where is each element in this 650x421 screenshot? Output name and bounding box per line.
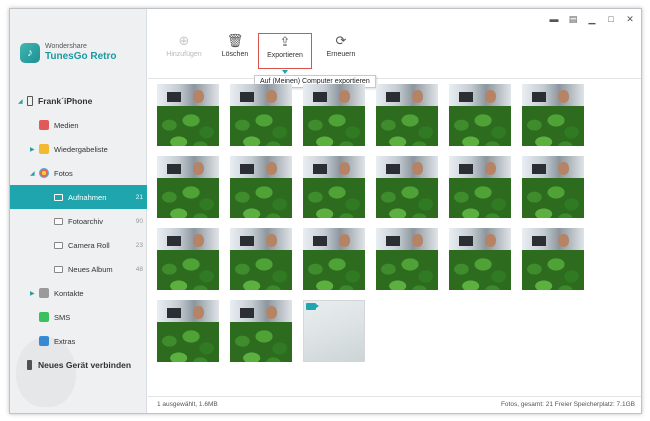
- dropdown-arrow-icon[interactable]: [282, 70, 288, 74]
- refresh-button[interactable]: ⟳ Erneuern: [318, 33, 364, 69]
- status-bar: 1 ausgewählt, 1.6MB Fotos, gesamt: 21 Fr…: [148, 396, 641, 413]
- sidebar-item-label: Fotos: [54, 168, 73, 178]
- playlist-icon: [39, 144, 49, 154]
- sidebar-item-label: Medien: [54, 120, 79, 130]
- logo-company: Wondershare: [45, 43, 87, 50]
- add-label: Hinzufügen: [166, 51, 202, 58]
- photo-thumbnail[interactable]: [522, 228, 584, 290]
- logo-product: TunesGo Retro: [45, 51, 117, 62]
- refresh-icon: ⟳: [335, 33, 347, 48]
- sidebar-device[interactable]: ◢ Frank´iPhone: [10, 89, 147, 113]
- app-window: ♪ Wondershare TunesGo Retro ◢ Frank´iPho…: [9, 8, 642, 414]
- photos-icon: [39, 168, 49, 178]
- refresh-label: Erneuern: [326, 51, 356, 58]
- album-icon: [54, 193, 63, 201]
- photo-thumbnail[interactable]: [157, 300, 219, 362]
- minimize-icon[interactable]: ▁: [587, 14, 597, 25]
- device-name: Frank´iPhone: [38, 96, 93, 106]
- storage-status: Fotos, gesamt: 21 Freier Speicherplatz: …: [500, 401, 635, 408]
- iphone-icon: [27, 96, 33, 106]
- album-icon: [54, 241, 63, 249]
- trash-icon: 🗑: [226, 33, 244, 48]
- export-icon: ⇪: [279, 34, 291, 49]
- sidebar-item-sms[interactable]: SMS: [10, 305, 147, 329]
- photo-thumbnail[interactable]: [303, 156, 365, 218]
- window-controls: ▬ ▤ ▁ □ ✕: [549, 14, 635, 25]
- photo-thumbnail[interactable]: [157, 228, 219, 290]
- photo-thumbnail[interactable]: [230, 156, 292, 218]
- apple-watermark-icon: [16, 337, 76, 407]
- photo-thumbnail[interactable]: [157, 84, 219, 146]
- caret-down-icon[interactable]: ◢: [18, 98, 27, 105]
- sidebar-item-label: Wiedergabeliste: [54, 144, 108, 154]
- sidebar-item-kontakte[interactable]: ▶ Kontakte: [10, 281, 147, 305]
- sidebar-nav: ◢ Frank´iPhone Medien ▶ Wiedergabeliste …: [10, 89, 147, 377]
- toolbar: ⊕ Hinzufügen 🗑 Löschen ⇪ Exportieren ⟳ E…: [148, 29, 641, 79]
- item-count: 21: [135, 193, 143, 201]
- main-panel: ▬ ▤ ▁ □ ✕ ⊕ Hinzufügen 🗑 Löschen ⇪ Expor…: [148, 9, 641, 413]
- selection-status: 1 ausgewählt, 1.6MB: [157, 401, 218, 408]
- contacts-icon: [39, 288, 49, 298]
- photo-thumbnail[interactable]: [230, 228, 292, 290]
- logo-icon: ♪: [20, 43, 40, 63]
- photo-thumbnail[interactable]: [230, 84, 292, 146]
- photo-thumbnail[interactable]: [303, 84, 365, 146]
- maximize-icon[interactable]: □: [606, 14, 616, 25]
- sidebar-item-label: Kontakte: [54, 288, 84, 298]
- chat-icon[interactable]: ▬: [549, 14, 559, 25]
- delete-button[interactable]: 🗑 Löschen: [212, 33, 258, 69]
- sidebar-item-medien[interactable]: Medien: [10, 113, 147, 137]
- delete-label: Löschen: [221, 51, 249, 58]
- sidebar-item-label: Fotoarchiv: [68, 216, 104, 226]
- sidebar-item-label: Aufnahmen: [68, 192, 107, 202]
- notes-icon[interactable]: ▤: [568, 14, 578, 25]
- media-icon: [39, 120, 49, 130]
- video-camera-icon: [306, 303, 319, 310]
- album-icon: [54, 217, 63, 225]
- photo-thumbnail[interactable]: [522, 84, 584, 146]
- photo-thumbnail[interactable]: [522, 156, 584, 218]
- sidebar-item-fotos[interactable]: ◢ Fotos: [10, 161, 147, 185]
- sms-icon: [39, 312, 49, 322]
- photo-thumbnail[interactable]: [376, 228, 438, 290]
- sidebar-item-label: SMS: [54, 312, 71, 322]
- sidebar-item-neues-album[interactable]: Neues Album 48: [10, 257, 147, 281]
- export-label: Exportieren: [267, 52, 303, 59]
- photo-thumbnail[interactable]: [376, 84, 438, 146]
- app-logo: ♪ Wondershare TunesGo Retro: [20, 43, 116, 63]
- export-button[interactable]: ⇪ Exportieren: [258, 33, 312, 74]
- caret-down-icon[interactable]: ◢: [30, 170, 39, 177]
- photo-thumbnail[interactable]: [449, 156, 511, 218]
- item-count: 90: [135, 217, 143, 225]
- photo-thumbnail[interactable]: [449, 228, 511, 290]
- photo-thumbnail[interactable]: [303, 228, 365, 290]
- item-count: 23: [135, 241, 143, 249]
- caret-right-icon[interactable]: ▶: [30, 290, 39, 297]
- add-button[interactable]: ⊕ Hinzufügen: [161, 33, 207, 69]
- photo-thumbnail[interactable]: [376, 156, 438, 218]
- sidebar-item-aufnahmen[interactable]: Aufnahmen 21: [10, 185, 147, 209]
- close-icon[interactable]: ✕: [625, 14, 635, 25]
- sidebar-item-camera-roll[interactable]: Camera Roll 23: [10, 233, 147, 257]
- photo-thumbnail[interactable]: [449, 84, 511, 146]
- sidebar: ♪ Wondershare TunesGo Retro ◢ Frank´iPho…: [10, 9, 147, 413]
- caret-right-icon[interactable]: ▶: [30, 146, 39, 153]
- album-icon: [54, 265, 63, 273]
- sidebar-item-fotoarchiv[interactable]: Fotoarchiv 90: [10, 209, 147, 233]
- sidebar-item-label: Neues Album: [68, 264, 113, 274]
- add-icon: ⊕: [178, 33, 190, 48]
- sidebar-item-wiedergabeliste[interactable]: ▶ Wiedergabeliste: [10, 137, 147, 161]
- item-count: 48: [135, 265, 143, 273]
- photo-thumbnail[interactable]: [230, 300, 292, 362]
- sidebar-item-label: Camera Roll: [68, 240, 110, 250]
- video-thumbnail[interactable]: [303, 300, 365, 362]
- photo-thumbnail[interactable]: [157, 156, 219, 218]
